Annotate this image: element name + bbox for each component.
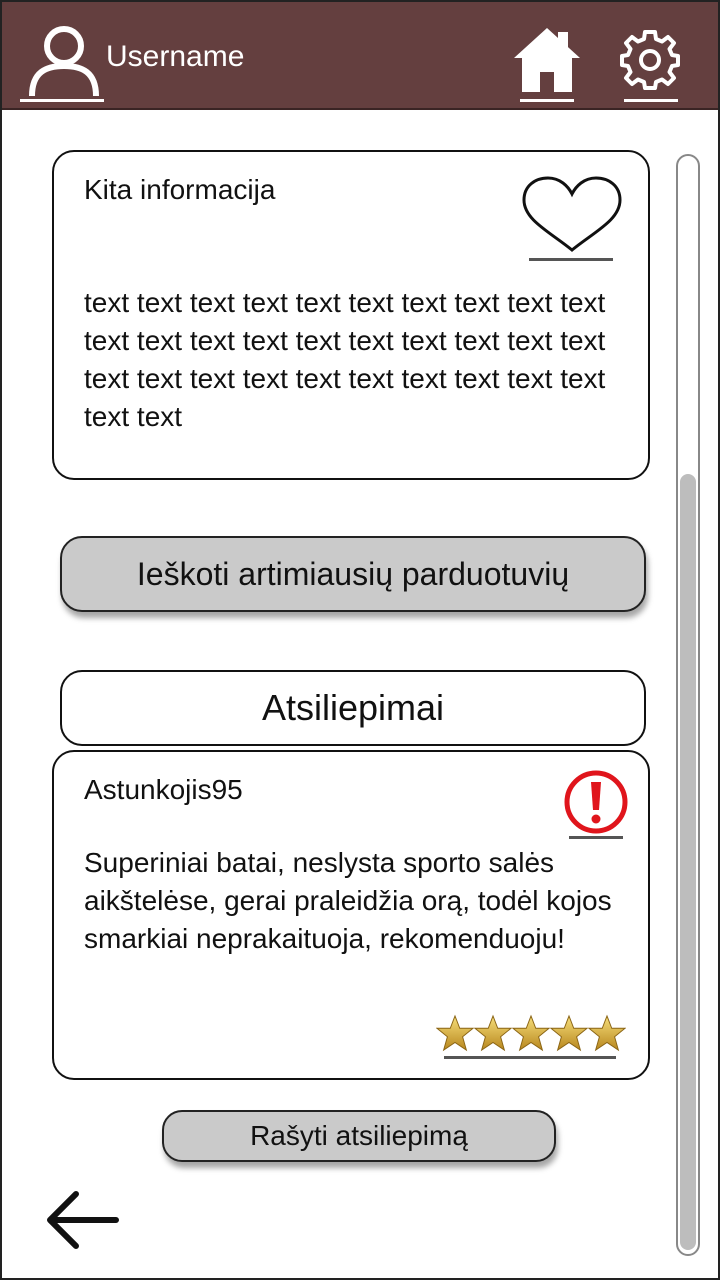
find-nearest-stores-button[interactable]: Ieškoti artimiausių parduotuvių [60,536,646,612]
stars-underline [444,1056,616,1059]
top-bar: Username [2,2,718,110]
info-card: Kita informacija text text text text tex… [52,150,650,480]
info-card-title: Kita informacija [84,174,276,205]
scrollbar-thumb[interactable] [680,474,696,1250]
avatar-underline [20,99,104,102]
review-text: Superiniai batai, neslysta sporto salės … [84,847,612,954]
review-author: Astunkojis95 [84,774,243,805]
gear-icon[interactable] [618,28,682,92]
home-icon[interactable] [512,24,582,96]
star-icon [474,1014,512,1052]
heart-icon[interactable] [520,174,624,254]
username-label: Username [106,40,245,73]
star-icon [588,1014,626,1052]
star-icon [436,1014,474,1052]
arrow-left-icon[interactable] [44,1188,120,1252]
star-rating [436,1014,626,1054]
review-card: Astunkojis95 Superiniai batai, neslysta … [52,750,650,1080]
gear-underline [624,99,678,102]
home-underline [520,99,574,102]
scrollbar[interactable] [676,154,700,1256]
report-underline [569,836,623,839]
user-icon[interactable] [24,20,104,100]
star-icon [512,1014,550,1052]
star-icon [550,1014,588,1052]
info-card-body: text text text text text text text text … [84,287,606,432]
alert-icon[interactable] [562,768,630,836]
heart-underline [529,258,613,261]
reviews-heading: Atsiliepimai [60,670,646,746]
write-review-button[interactable]: Rašyti atsiliepimą [162,1110,556,1162]
